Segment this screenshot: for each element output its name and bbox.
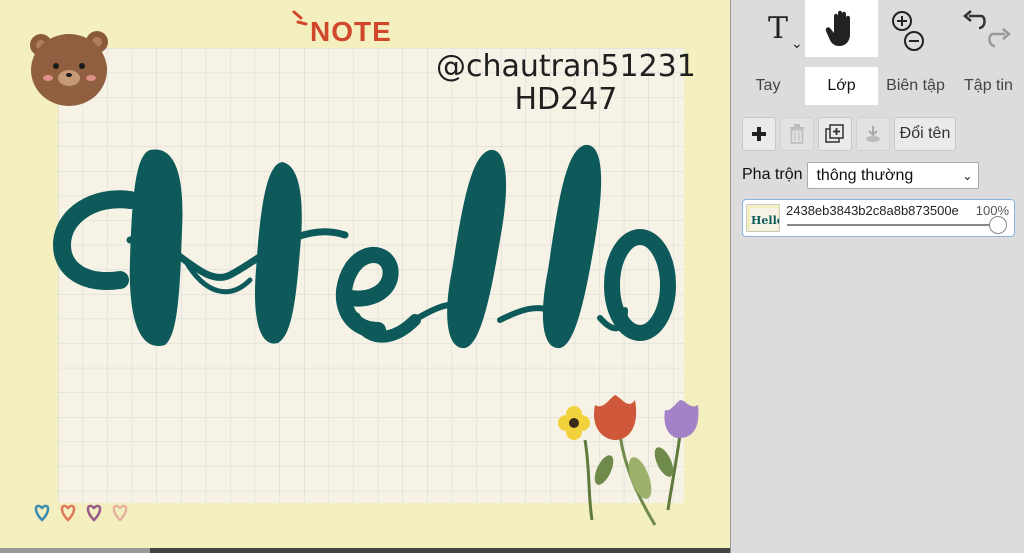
duplicate-layer-button[interactable] — [818, 117, 852, 151]
tab-hand[interactable]: Tay — [731, 67, 805, 105]
layer-name: 2438eb3843b2c8a8b873500e — [786, 203, 959, 218]
rename-layer-button[interactable]: Đổi tên — [894, 117, 956, 151]
history-tool — [957, 0, 1017, 57]
panel-tabs: Tay Lớp Biên tập Tập tin — [731, 67, 1024, 105]
redo-icon[interactable] — [988, 27, 1011, 47]
tab-edit[interactable]: Biên tập — [878, 67, 953, 105]
layer-opacity-slider[interactable] — [787, 216, 1007, 234]
app-window: NOTE @chautran51231 HD247 T ⌄ Tay Lớp Bi… — [0, 0, 1024, 553]
add-layer-button[interactable] — [742, 117, 776, 151]
tab-file[interactable]: Tập tin — [953, 67, 1024, 105]
duplicate-icon — [825, 124, 844, 143]
trash-icon — [790, 124, 804, 144]
chevron-down-icon[interactable]: ⌄ — [791, 36, 803, 52]
canvas-scrollbar[interactable] — [0, 548, 730, 553]
tab-layers[interactable]: Lớp — [805, 67, 878, 105]
note-accent-icon — [292, 10, 308, 26]
zoom-in-icon[interactable] — [892, 10, 912, 31]
blend-mode-label: Pha trộn — [742, 166, 803, 183]
side-panel: T ⌄ Tay Lớp Biên tập Tập tin Đổi tên Pha… — [731, 0, 1024, 553]
chevron-down-icon: ⌄ — [962, 168, 973, 183]
layer-opacity-value: 100% — [975, 203, 1009, 218]
merge-down-button[interactable] — [856, 117, 890, 151]
zoom-out-icon[interactable] — [904, 30, 924, 51]
text-tool-label: T — [767, 11, 788, 46]
hand-tool-button[interactable] — [805, 0, 878, 57]
zoom-tool-button[interactable] — [883, 0, 933, 57]
bear-sticker-icon — [30, 31, 108, 106]
opacity-slider-handle[interactable] — [989, 216, 1007, 234]
thumbnail-lettering: Hello — [751, 214, 780, 227]
layer-thumbnail: Hello — [746, 204, 780, 232]
drawing-canvas[interactable]: NOTE @chautran51231 HD247 — [0, 0, 731, 553]
note-title: NOTE — [310, 16, 392, 47]
hand-icon — [825, 10, 850, 46]
credit-tag: HD247 — [514, 82, 618, 117]
delete-layer-button[interactable] — [780, 117, 814, 151]
blend-mode-select[interactable]: thông thường ⌄ — [807, 161, 980, 189]
tool-bar: T ⌄ — [731, 0, 1024, 57]
text-tool-button[interactable]: T ⌄ — [749, 0, 807, 57]
blend-mode-value: thông thường — [816, 166, 914, 184]
undo-icon[interactable] — [963, 9, 986, 29]
hearts-decoration-icon — [34, 504, 128, 522]
credit-text: @chautran51231 HD247 — [436, 50, 696, 116]
credit-username: @chautran51231 — [436, 49, 696, 84]
merge-down-icon — [866, 126, 880, 142]
layer-list-item[interactable]: Hello 2438eb3843b2c8a8b873500e 100% — [742, 199, 1015, 237]
plus-icon — [752, 127, 766, 141]
blend-mode-row: Pha trộn thông thường ⌄ — [742, 161, 980, 189]
